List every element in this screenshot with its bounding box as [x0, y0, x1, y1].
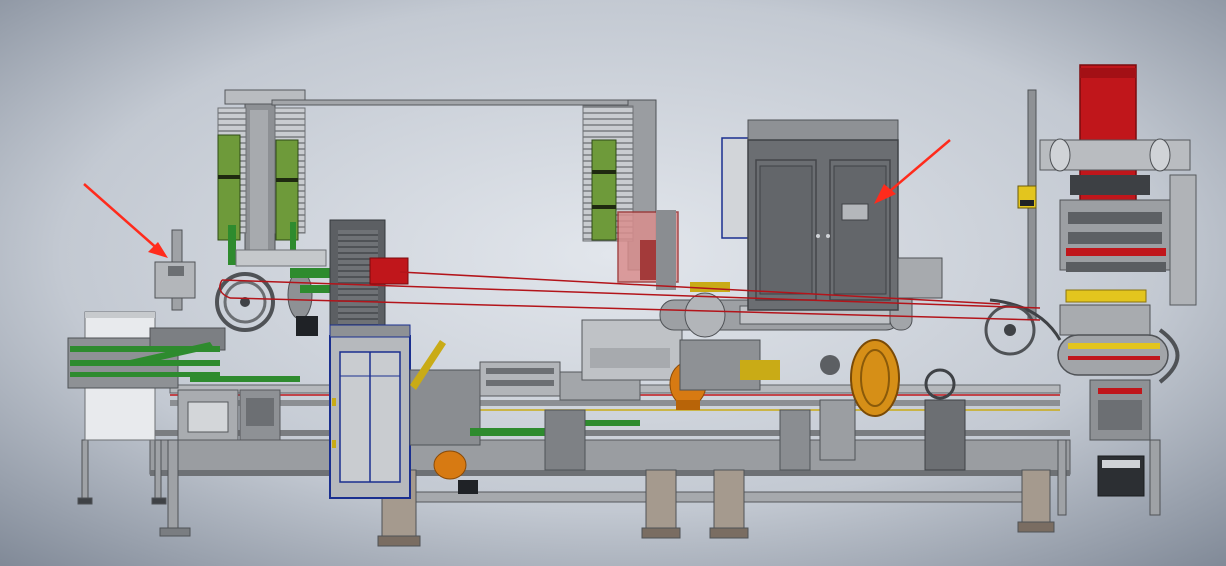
machine-render — [0, 0, 1226, 566]
control-cabinet-nameplate — [841, 203, 869, 221]
electrical-panel — [329, 324, 411, 499]
